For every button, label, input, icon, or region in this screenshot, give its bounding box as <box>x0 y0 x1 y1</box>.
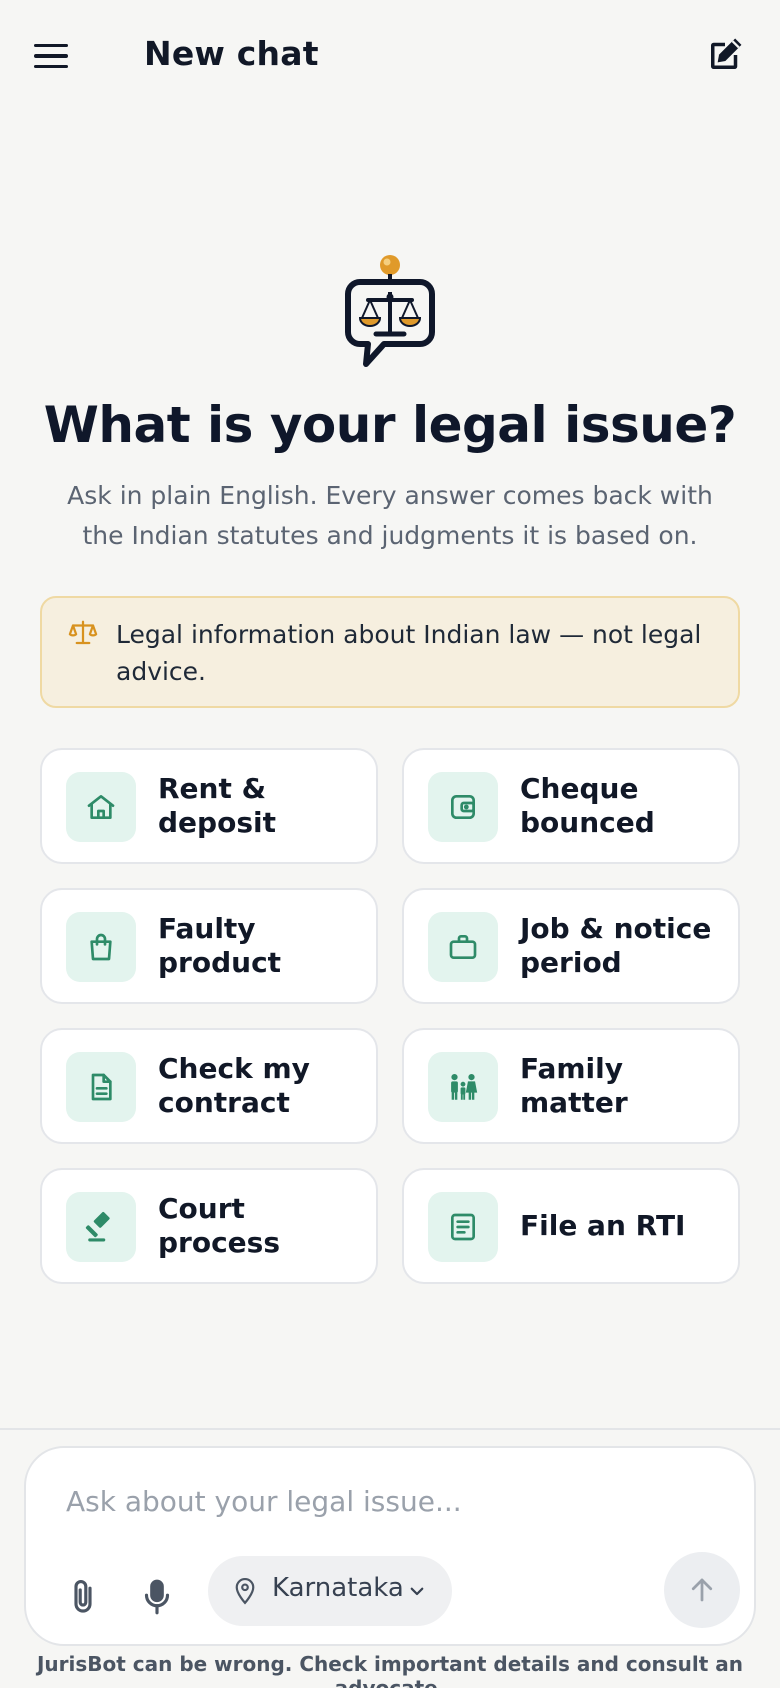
briefcase-icon <box>428 912 498 982</box>
topic-label: Rent & deposit <box>158 772 276 839</box>
gavel-icon <box>66 1192 136 1262</box>
topic-label: Family matter <box>520 1052 628 1119</box>
menu-line <box>34 43 68 48</box>
topic-card-family-matter[interactable]: Family matter <box>402 1028 740 1144</box>
menu-line <box>34 54 68 58</box>
topic-label: Court process <box>158 1192 281 1259</box>
legal-notice-text: Legal information about Indian law — not… <box>116 620 702 686</box>
menu-line <box>34 64 68 69</box>
form-icon <box>428 1192 498 1262</box>
topic-card-rent-deposit[interactable]: Rent & deposit <box>40 748 378 864</box>
disclaimer-footnote: JurisBot can be wrong. Check important d… <box>36 1652 744 1688</box>
topic-label: Cheque bounced <box>520 772 655 839</box>
wallet-icon <box>428 772 498 842</box>
top-bar: New chat <box>0 0 780 110</box>
location-pin-icon <box>235 1578 255 1605</box>
selected-state: Karnataka <box>272 1573 404 1603</box>
home-icon <box>66 772 136 842</box>
microphone-icon[interactable] <box>136 1572 178 1622</box>
topic-label: Check my contract <box>158 1052 310 1119</box>
page-title: New chat <box>144 34 319 73</box>
shopping-bag-icon <box>66 912 136 982</box>
topic-label: Faulty product <box>158 912 282 979</box>
topic-card-faulty-product[interactable]: Faulty product <box>40 888 378 1004</box>
hamburger-menu-icon[interactable] <box>34 38 78 74</box>
hero-subtitle: Ask in plain English. Every answer comes… <box>67 481 713 550</box>
scales-chat-bubble-logo <box>345 255 435 367</box>
family-icon <box>428 1052 498 1122</box>
topic-card-check-contract[interactable]: Check my contract <box>40 1028 378 1144</box>
new-chat-compose-icon[interactable] <box>704 34 746 76</box>
topic-card-file-rti[interactable]: File an RTI <box>402 1168 740 1284</box>
message-composer: Karnataka <box>24 1446 756 1646</box>
topic-card-job-notice[interactable]: Job & notice period <box>402 888 740 1004</box>
message-input[interactable] <box>66 1476 706 1526</box>
topic-label: Job & notice period <box>520 912 712 979</box>
scales-icon <box>68 620 98 645</box>
document-icon <box>66 1052 136 1122</box>
topic-card-cheque-bounced[interactable]: Cheque bounced <box>402 748 740 864</box>
paperclip-icon[interactable] <box>62 1572 104 1622</box>
arrow-up-icon <box>691 1578 713 1602</box>
composer-divider <box>0 1428 780 1430</box>
topic-label: File an RTI <box>520 1209 686 1242</box>
legal-notice-banner: Legal information about Indian law — not… <box>40 596 740 708</box>
hero-title: What is your legal issue? <box>43 396 737 454</box>
topic-card-court-process[interactable]: Court process <box>40 1168 378 1284</box>
chevron-down-icon <box>410 1587 424 1596</box>
state-selector[interactable]: Karnataka <box>208 1556 452 1626</box>
send-button[interactable] <box>664 1552 740 1628</box>
